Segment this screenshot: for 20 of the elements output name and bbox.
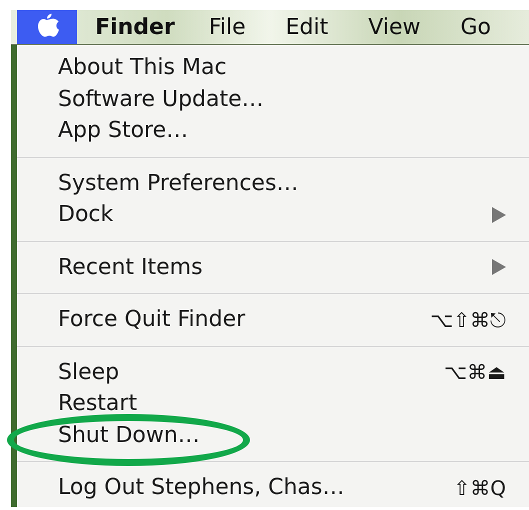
menu-title[interactable]: File xyxy=(206,10,248,44)
shortcut-keys: ⌥⌘⏏ xyxy=(444,357,506,388)
menu-title[interactable]: Go xyxy=(458,10,493,44)
menu-item[interactable]: Log Out Stephens, Chas… ⇧⌘Q xyxy=(17,472,529,504)
menu-title[interactable]: View xyxy=(366,10,422,44)
apple-menu[interactable] xyxy=(17,10,78,44)
menu-item[interactable]: Software Update… xyxy=(17,84,529,115)
menu-item[interactable]: Restart xyxy=(17,388,529,420)
menu-item[interactable]: Force Quit Finder ⌥⇧⌘⎋ xyxy=(17,304,529,336)
menu-item[interactable]: Dock xyxy=(17,199,529,230)
menu-item[interactable]: Sleep ⌥⌘⏏ xyxy=(17,356,529,388)
shortcut-keys: ⇧⌘Q xyxy=(454,472,506,503)
menu-item[interactable]: Shut Down… xyxy=(17,420,529,451)
menu-item[interactable]: About This Mac xyxy=(17,52,529,84)
menu-item[interactable]: Recent Items xyxy=(17,252,529,283)
menu-title[interactable]: Edit xyxy=(284,10,330,44)
shortcut-keys: ⌥⇧⌘⎋ xyxy=(430,304,506,335)
menu-item[interactable]: App Store… xyxy=(17,115,529,146)
menu-title[interactable]: Finder xyxy=(93,10,177,44)
menu-item[interactable]: System Preferences… xyxy=(17,168,529,199)
